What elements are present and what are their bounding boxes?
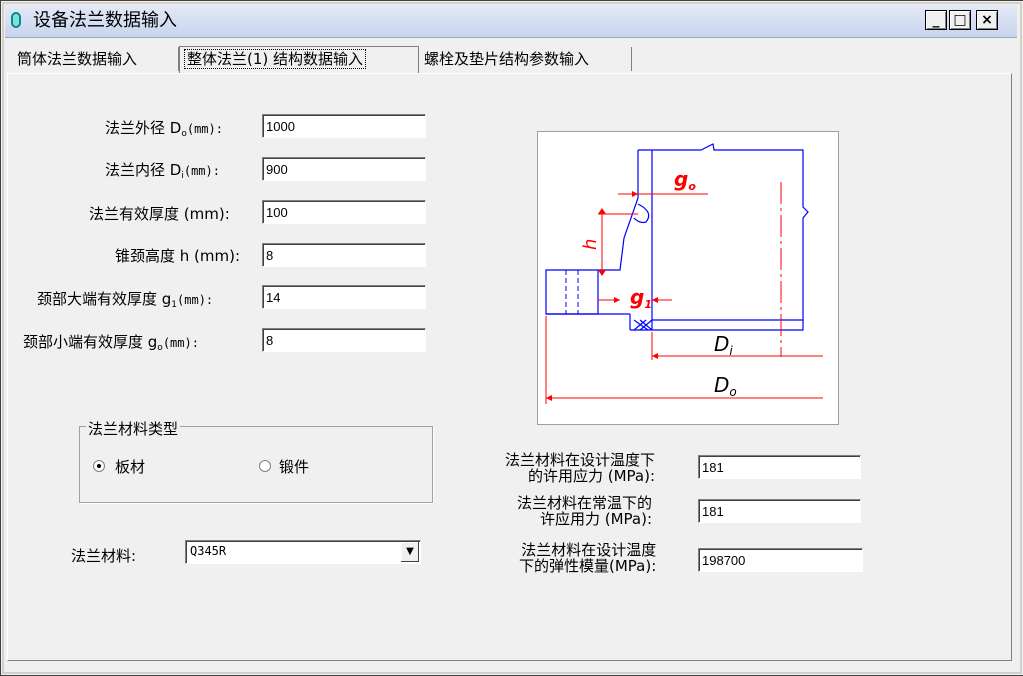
neck-large-input[interactable]: 14 bbox=[262, 285, 426, 309]
g0-label: go bbox=[674, 167, 696, 193]
app-icon bbox=[11, 12, 21, 28]
material-value: Q345R bbox=[190, 544, 227, 558]
material-type-title: 法兰材料类型 bbox=[86, 418, 181, 439]
design-allowable-label: 法兰材料在设计温度下 的许用应力 (MPa): bbox=[505, 451, 656, 485]
plate-radio-label[interactable]: 板材 bbox=[115, 456, 145, 477]
close-button[interactable]: × bbox=[976, 10, 998, 30]
tab-strip: 筒体法兰数据输入 整体法兰(1) 结构数据输入 螺栓及垫片结构参数输入 bbox=[7, 46, 1015, 73]
inner-diameter-label: 法兰内径 Di(mm): bbox=[105, 161, 220, 181]
material-select[interactable]: Q345R ▼ bbox=[185, 540, 421, 564]
tab-integral-flange[interactable]: 整体法兰(1) 结构数据输入 bbox=[179, 46, 419, 73]
neck-height-input[interactable]: 8 bbox=[262, 243, 426, 267]
design-allowable-input[interactable]: 181 bbox=[698, 455, 861, 479]
tab-label: 筒体法兰数据输入 bbox=[17, 50, 138, 68]
elastic-modulus-input[interactable]: 198700 bbox=[698, 548, 863, 572]
outer-diameter-label: 法兰外径 Do(mm): bbox=[105, 119, 223, 139]
plate-radio[interactable] bbox=[93, 460, 105, 472]
title-bar[interactable]: 设备法兰数据输入 _ □ × bbox=[5, 5, 1017, 38]
normal-allowable-input[interactable]: 181 bbox=[698, 499, 861, 523]
tab-label: 螺栓及垫片结构参数输入 bbox=[424, 50, 590, 68]
forging-radio-label[interactable]: 锻件 bbox=[279, 456, 309, 477]
h-label: h bbox=[580, 239, 601, 250]
tab-label: 整体法兰(1) 结构数据输入 bbox=[184, 49, 367, 69]
chevron-down-icon[interactable]: ▼ bbox=[401, 542, 419, 562]
minimize-button[interactable]: _ bbox=[925, 10, 947, 30]
neck-small-input[interactable]: 8 bbox=[262, 328, 426, 352]
maximize-button[interactable]: □ bbox=[949, 10, 971, 30]
neck-small-label: 颈部小端有效厚度 go(mm): bbox=[23, 333, 199, 353]
normal-allowable-label: 法兰材料在常温下的 许应用力 (MPa): bbox=[517, 494, 653, 528]
tab-shell-flange[interactable]: 筒体法兰数据输入 bbox=[13, 47, 179, 71]
window-title: 设备法兰数据输入 bbox=[33, 10, 177, 31]
forging-radio[interactable] bbox=[259, 460, 271, 472]
di-label: Di bbox=[714, 332, 733, 358]
material-label: 法兰材料: bbox=[71, 547, 137, 565]
thickness-label: 法兰有效厚度 (mm): bbox=[89, 205, 230, 223]
window: 设备法兰数据输入 _ □ × 筒体法兰数据输入 整体法兰(1) 结构数据输入 螺… bbox=[0, 0, 1023, 676]
flange-diagram: go g1 h Di Do bbox=[537, 131, 839, 425]
tab-bolt-gasket[interactable]: 螺栓及垫片结构参数输入 bbox=[420, 47, 632, 71]
neck-large-label: 颈部大端有效厚度 g1(mm): bbox=[37, 290, 214, 310]
neck-height-label: 锥颈高度 h (mm): bbox=[115, 247, 241, 265]
g1-label: g1 bbox=[630, 285, 652, 311]
elastic-modulus-label: 法兰材料在设计温度 下的弹性模量(MPa): bbox=[519, 541, 657, 575]
thickness-input[interactable]: 100 bbox=[262, 200, 426, 224]
outer-diameter-input[interactable]: 1000 bbox=[262, 114, 426, 138]
inner-diameter-input[interactable]: 900 bbox=[262, 157, 426, 181]
flange-diagram-svg: go g1 h Di Do bbox=[545, 143, 823, 404]
do-label: Do bbox=[714, 373, 737, 399]
